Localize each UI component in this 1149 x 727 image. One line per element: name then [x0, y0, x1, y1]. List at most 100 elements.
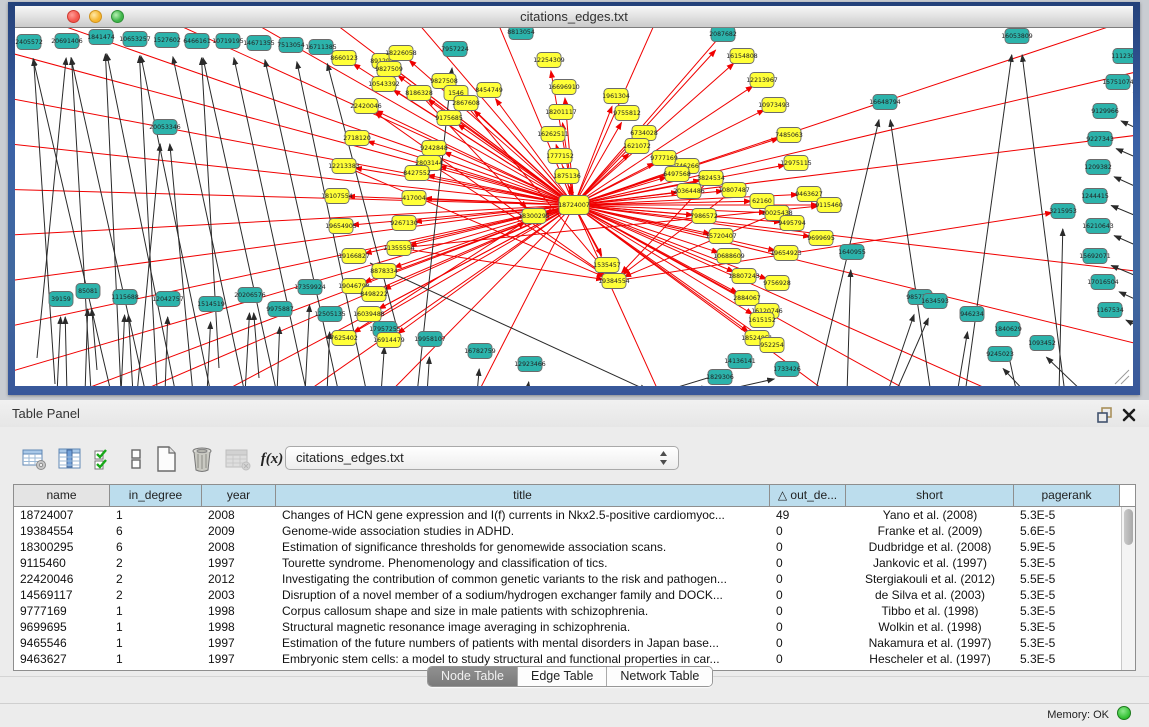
scrollbar-thumb[interactable] — [1124, 509, 1133, 545]
graph-node-label: 18300295 — [518, 213, 550, 220]
table-cell: 1997 — [202, 651, 276, 667]
graph-node-label: 14136141 — [724, 358, 756, 365]
table-cell: Hescheler et al. (1997) — [846, 651, 1014, 667]
column-header-in_degree[interactable]: in_degree — [110, 485, 202, 506]
column-header-title[interactable]: title — [276, 485, 770, 506]
graph-node-label: 9175685 — [435, 115, 463, 122]
graph-node-label: 16210643 — [1082, 223, 1114, 230]
graph-node-label: 9245023 — [986, 351, 1014, 358]
cytoscape-desktop: citations_edges.txt 24055722069140618414… — [0, 0, 1149, 400]
graph-node-label: 39159 — [51, 296, 71, 303]
graph-node-label: 1829306 — [706, 374, 734, 381]
close-window-button[interactable] — [67, 10, 80, 23]
column-header-name[interactable]: name — [14, 485, 110, 506]
graph-node-label: 10807487 — [718, 187, 750, 194]
graph-node-label: 19166827 — [338, 253, 370, 260]
table-row[interactable]: 2242004622012Investigating the contribut… — [14, 571, 1135, 587]
column-header-short[interactable]: short — [846, 485, 1014, 506]
table-cell: 6 — [110, 523, 202, 539]
table-cell: 0 — [770, 619, 846, 635]
new-file-icon[interactable] — [152, 445, 180, 473]
graph-node-label: 8660123 — [330, 55, 358, 62]
graph-node-label: 1209382 — [1084, 164, 1112, 171]
graph-node-label: 10543392 — [368, 81, 400, 88]
graph-node-label: 9463627 — [795, 191, 823, 198]
graph-node-label: 9115460 — [815, 202, 843, 209]
table-selector-dropdown[interactable]: citations_edges.txt — [285, 446, 679, 470]
table-cell: Structural magnetic resonance image aver… — [276, 619, 770, 635]
tab-node-table[interactable]: Node Table — [428, 667, 517, 686]
table-cell: Estimation of significance thresholds fo… — [276, 539, 770, 555]
citation-network-graph[interactable]: 2405572206914061841474106532571527602646… — [15, 28, 1133, 386]
table-cell: 5.9E-5 — [1014, 539, 1120, 555]
graph-node-label: 10719195 — [212, 38, 244, 45]
graph-node-label: 18107554 — [321, 193, 353, 200]
row-checkbox-icon[interactable] — [90, 445, 118, 473]
tab-network-table[interactable]: Network Table — [606, 667, 712, 686]
table-cell: Disruption of a novel member of a sodium… — [276, 587, 770, 603]
float-panel-icon[interactable] — [1097, 407, 1113, 423]
graph-node-label: 1733426 — [773, 366, 801, 373]
minimize-window-button[interactable] — [89, 10, 102, 23]
node-table: namein_degreeyeartitle△ out_de...shortpa… — [13, 484, 1136, 671]
graph-node-label: 16711385 — [305, 44, 337, 51]
column-header-out_de[interactable]: △ out_de... — [770, 485, 846, 506]
graph-node-label: 18226058 — [385, 50, 417, 57]
table-cell: 9463627 — [14, 651, 110, 667]
graph-node-label: 2867608 — [452, 100, 480, 107]
table-cell: 18724007 — [14, 507, 110, 523]
table-cell: 9115460 — [14, 555, 110, 571]
graph-node-label: 1112304 — [1111, 53, 1133, 60]
table-cell: Changes of HCN gene expression and I(f) … — [276, 507, 770, 523]
table-row[interactable]: 1830029562008Estimation of significance … — [14, 539, 1135, 555]
table-row[interactable]: 1872400712008Changes of HCN gene express… — [14, 507, 1135, 523]
network-window-titlebar[interactable]: citations_edges.txt — [15, 6, 1133, 28]
table-row[interactable]: 969969511998Structural magnetic resonanc… — [14, 619, 1135, 635]
zoom-window-button[interactable] — [111, 10, 124, 23]
network-canvas-area[interactable]: 2405572206914061841474106532571527602646… — [15, 28, 1133, 386]
graph-node-label: 16039488 — [353, 311, 385, 318]
graph-node-label: 9777169 — [650, 155, 678, 162]
table-cell: 2008 — [202, 539, 276, 555]
trash-icon[interactable] — [188, 445, 216, 473]
column-header-year[interactable]: year — [202, 485, 276, 506]
table-cell: 49 — [770, 507, 846, 523]
table-cell: 2009 — [202, 523, 276, 539]
graph-node-label: 12213383 — [328, 163, 360, 170]
graph-node-label: 20691406 — [51, 38, 83, 45]
graph-node-label: 9227343 — [1086, 136, 1114, 143]
table-row[interactable]: 946554611997Estimation of the future num… — [14, 635, 1135, 651]
table-cell: 0 — [770, 635, 846, 651]
graph-node-label: 1634593 — [921, 298, 949, 305]
table-row[interactable]: 911546021997Tourette syndrome. Phenomeno… — [14, 555, 1135, 571]
tab-edge-table[interactable]: Edge Table — [517, 667, 606, 686]
graph-node-label: 10973493 — [758, 102, 790, 109]
graph-node-label: 62160 — [752, 198, 772, 205]
graph-node-label: 9755812 — [613, 110, 641, 117]
function-icon[interactable]: f(x) — [258, 445, 286, 473]
table-cell: 5.5E-5 — [1014, 571, 1120, 587]
import-table-disabled-icon[interactable] — [224, 445, 252, 473]
column-header-pagerank[interactable]: pagerank — [1014, 485, 1120, 506]
graph-node-label: 7625402 — [330, 335, 358, 342]
table-row[interactable]: 946362711997Embryonic stem cells: a mode… — [14, 651, 1135, 667]
table-cell: Tourette syndrome. Phenomenology and cla… — [276, 555, 770, 571]
table-cell: 2 — [110, 587, 202, 603]
table-settings-icon[interactable] — [20, 445, 48, 473]
close-panel-icon[interactable] — [1121, 407, 1137, 423]
graph-node-label: 15692071 — [1079, 253, 1111, 260]
column-chooser-icon[interactable] — [56, 445, 84, 473]
graph-node-label: 9699695 — [807, 235, 835, 242]
table-row[interactable]: 1938455462009Genome-wide association stu… — [14, 523, 1135, 539]
graph-node-label: 22420046 — [350, 103, 382, 110]
table-vertical-scrollbar[interactable] — [1121, 507, 1135, 670]
graph-node-label: 8813054 — [507, 29, 535, 36]
graph-node-label: 1535457 — [593, 262, 621, 269]
stacked-rows-icon[interactable] — [122, 445, 150, 473]
graph-node-label: 6734028 — [630, 130, 658, 137]
table-cell: 2 — [110, 571, 202, 587]
table-row[interactable]: 977716911998Corpus callosum shape and si… — [14, 603, 1135, 619]
graph-node-label: 15720407 — [705, 233, 737, 240]
table-row[interactable]: 1456911722003Disruption of a novel membe… — [14, 587, 1135, 603]
table-cell: 1 — [110, 619, 202, 635]
